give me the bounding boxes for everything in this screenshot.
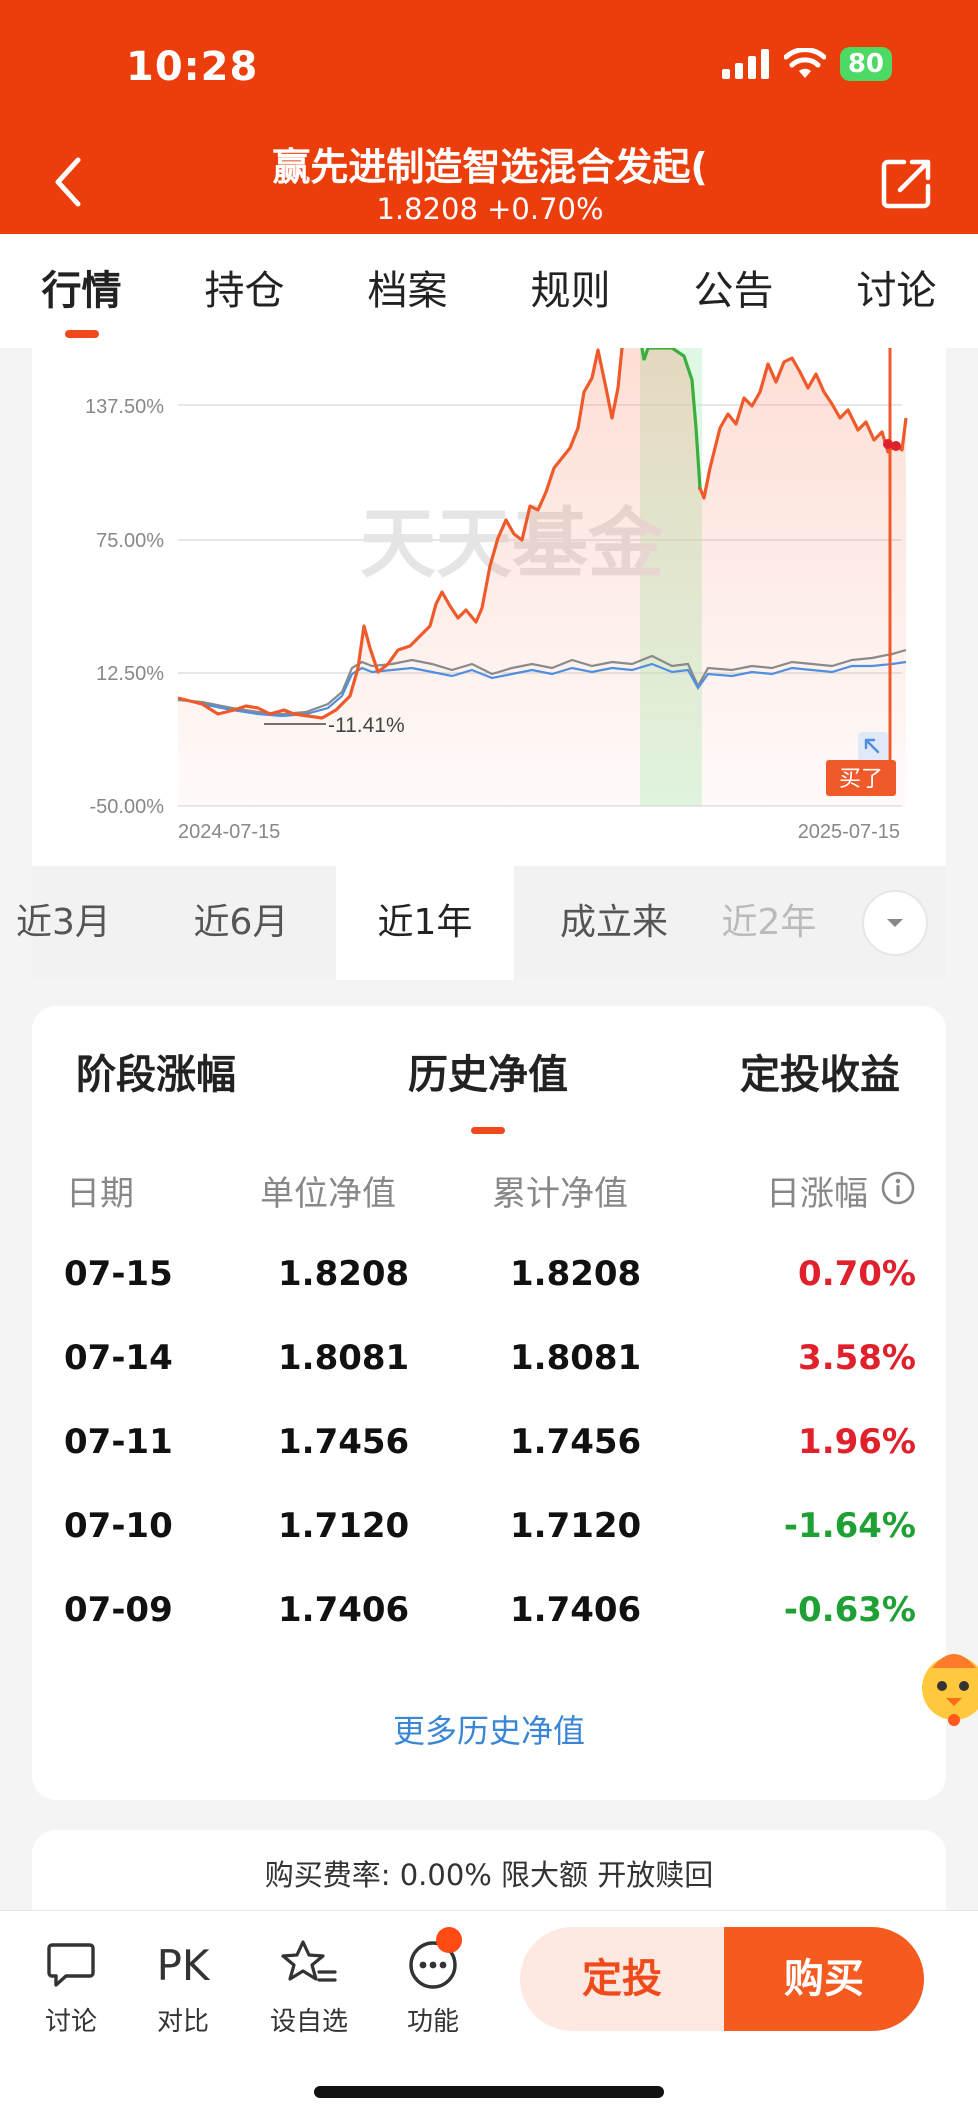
pk-icon: PK [156,1940,210,1990]
status-icons: 80 [721,46,892,82]
row-daily-change: 0.70% [798,1254,916,1294]
row-daily-change: 1.96% [798,1422,916,1462]
buy-badge-label: 买了 [839,767,883,792]
row-unit-nav: 1.8208 [278,1254,410,1294]
row-unit-nav: 1.7406 [278,1590,410,1630]
back-arrow-icon[interactable] [44,152,94,212]
share-icon[interactable] [880,156,934,210]
x-axis-end-label: 2025-07-15 [798,821,900,843]
more-history-nav-link[interactable]: 更多历史净值 [32,1706,946,1752]
row-unit-nav: 1.7456 [278,1422,410,1462]
performance-chart[interactable]: 天天基金 -11.41% 137.50% 75.00% 12.50% -50.0… [32,348,946,866]
signal-icon [721,49,769,79]
row-date: 07-11 [64,1422,173,1462]
row-unit-nav: 1.8081 [278,1338,410,1378]
y-axis-label: 75.00% [96,530,164,552]
info-icon[interactable] [880,1170,916,1206]
main-tabs: 行情 持仓 档案 规则 公告 讨论 [0,234,978,348]
battery-indicator: 80 [839,47,892,81]
tab-holdings[interactable]: 持仓 [163,234,326,348]
dca-button[interactable]: 定投 [520,1927,724,2031]
table-row: 07-15 1.8208 1.8208 0.70% [32,1254,946,1314]
discuss-button[interactable]: 讨论 [26,1935,116,2038]
functions-label: 功能 [406,2007,459,2037]
table-row: 07-14 1.8081 1.8081 3.58% [32,1338,946,1398]
current-dot [891,441,901,451]
wifi-icon [783,48,826,78]
nav-history-card: 阶段涨幅 历史净值 定投收益 日期 单位净值 累计净值 日涨幅 07-15 1.… [32,1006,946,1800]
col-cum-nav: 累计净值 [492,1174,628,1214]
purchase-fee-info: 购买费率: 0.00% 限大额 开放赎回 [32,1830,946,1910]
row-cum-nav: 1.7456 [510,1422,642,1462]
fund-price-change: 1.8208 +0.70% [376,192,604,226]
range-6m[interactable]: 近6月 [146,866,336,980]
range-selector: 近3月 近6月 近1年 成立来 近2年 [16,866,946,980]
range-2y[interactable]: 近2年 [714,866,824,980]
table-row: 07-09 1.7406 1.7406 -0.63% [32,1590,946,1650]
buy-button[interactable]: 购买 [724,1927,924,2031]
row-daily-change: -0.63% [783,1590,916,1630]
compare-button[interactable]: PK 对比 [138,1935,228,2038]
notification-dot [436,1927,462,1953]
table-row: 07-10 1.7120 1.7120 -1.64% [32,1506,946,1566]
functions-button[interactable]: 功能 [388,1927,478,2038]
tab-market[interactable]: 行情 [0,234,163,348]
row-date: 07-09 [64,1590,173,1630]
fund-area [178,348,906,806]
add-watchlist-button[interactable]: 设自选 [264,1935,354,2038]
row-date: 07-10 [64,1506,173,1546]
star-list-icon [281,1940,337,1982]
tab-profile[interactable]: 档案 [326,234,489,348]
range-since-inception[interactable]: 成立来 [514,866,714,980]
status-time: 10:28 [126,44,259,90]
tab-period-return[interactable]: 阶段涨幅 [76,1042,236,1100]
row-daily-change: -1.64% [783,1506,916,1546]
col-daily-change: 日涨幅 [766,1174,868,1214]
row-daily-change: 3.58% [798,1338,916,1378]
card-sub-tabs: 阶段涨幅 历史净值 定投收益 [32,1042,946,1112]
tab-rules[interactable]: 规则 [489,234,652,348]
min-label: -11.41% [328,714,405,737]
add-watchlist-label: 设自选 [269,2007,348,2037]
chat-bubble-icon [47,1943,95,1987]
row-cum-nav: 1.8081 [510,1338,642,1378]
table-row: 07-11 1.7456 1.7456 1.96% [32,1422,946,1482]
range-more-button[interactable] [862,890,928,956]
y-axis-label: 137.50% [85,396,164,418]
chart-svg: 天天基金 -11.41% 137.50% 75.00% 12.50% -50.0… [85,348,908,843]
tab-announcements[interactable]: 公告 [652,234,815,348]
range-1y[interactable]: 近1年 [336,866,514,980]
range-3m[interactable]: 近3月 [16,866,146,980]
row-cum-nav: 1.7406 [510,1590,642,1630]
tab-discussion[interactable]: 讨论 [815,234,978,348]
fund-title: 赢先进制造智选混合发起( [272,145,708,189]
y-axis-label: -50.00% [90,796,165,818]
row-unit-nav: 1.7120 [278,1506,410,1546]
row-cum-nav: 1.7120 [510,1506,642,1546]
compare-label: 对比 [156,2007,209,2037]
x-axis-start-label: 2024-07-15 [178,821,280,843]
col-date: 日期 [66,1174,134,1214]
row-cum-nav: 1.8208 [510,1254,642,1294]
tab-history-nav[interactable]: 历史净值 [408,1042,568,1100]
table-header: 日期 单位净值 累计净值 日涨幅 [32,1166,946,1216]
row-date: 07-15 [64,1254,173,1294]
col-unit-nav: 单位净值 [260,1174,396,1214]
home-indicator [314,2086,664,2098]
tab-dca-return[interactable]: 定投收益 [740,1042,900,1100]
chevron-down-icon [887,919,903,927]
discuss-label: 讨论 [44,2007,97,2037]
row-date: 07-14 [64,1338,173,1378]
y-axis-label: 12.50% [96,663,164,685]
app-header: 10:28 80 赢先进制造智选混合发起( 1.8208 +0.70% [0,0,978,234]
mascot-assistant-icon[interactable] [914,1640,978,1730]
